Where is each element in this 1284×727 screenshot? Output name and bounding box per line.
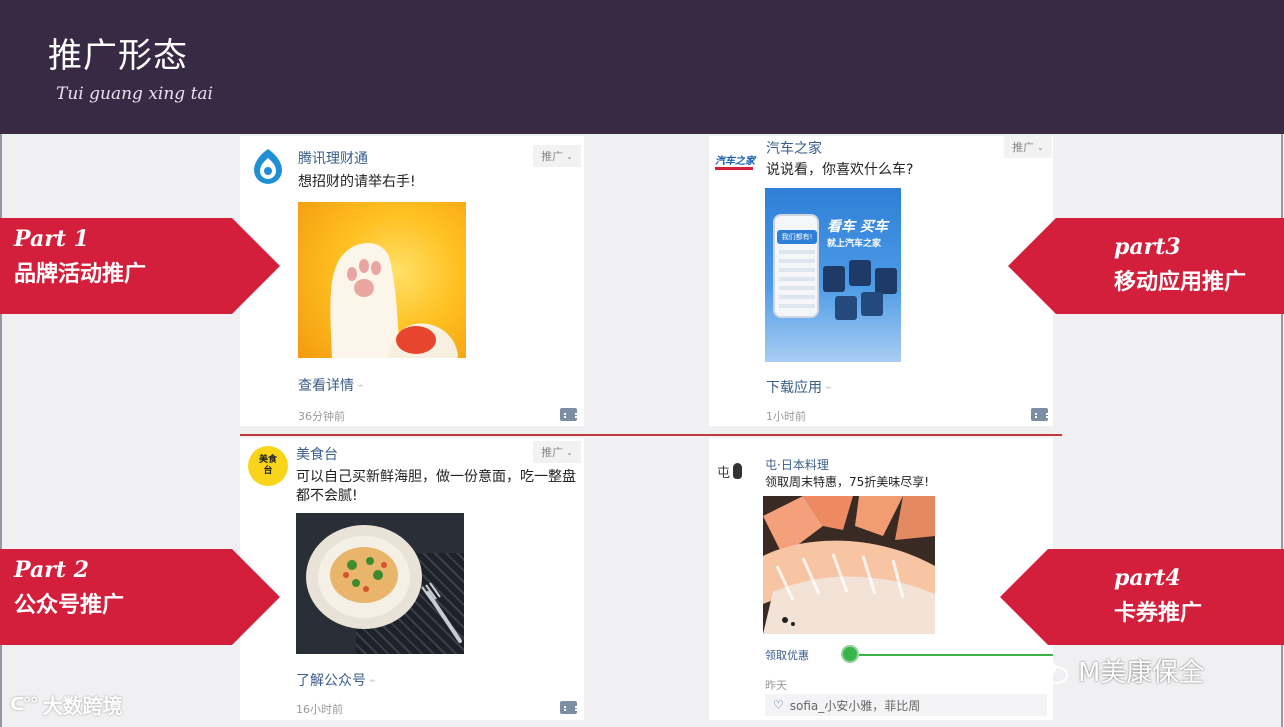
app-tile-3: [875, 268, 897, 294]
download-app-link[interactable]: 下载应用 ⌁: [766, 377, 832, 397]
gourd-icon: [733, 463, 743, 479]
phone-bubble: 我们都有!: [777, 230, 817, 244]
badge-part-1-en: Part 1: [14, 226, 89, 252]
slogan-line-2: 就上汽车之家: [827, 239, 882, 249]
badge-part-4: part4 卡券推广: [1000, 549, 1284, 645]
download-app-label: 下载应用: [766, 380, 822, 396]
ad-card-app[interactable]: 汽车之家 汽车之家 推广 ⌄ 说说看，你喜欢什么车? 我们都有! 看车 买车 就…: [709, 136, 1053, 426]
link-icon: ⌁: [369, 673, 376, 687]
comment-icon[interactable]: [1031, 408, 1048, 421]
view-details-link[interactable]: 查看详情 ⌁: [298, 375, 364, 395]
badge-part-3: part3 移动应用推广: [1008, 218, 1284, 314]
avatar-text: 美食台: [258, 455, 277, 476]
ad-caption: 说说看，你喜欢什么车?: [766, 162, 914, 178]
account-name[interactable]: 美食台: [296, 444, 338, 464]
account-name[interactable]: 屯·日本料理: [765, 456, 829, 473]
badge-part-4-en: part4: [1114, 565, 1181, 591]
tun-restaurant-avatar[interactable]: 屯: [717, 456, 753, 486]
chevron-down-icon: ⌄: [566, 447, 573, 457]
learn-official-account-link[interactable]: 了解公众号 ⌁: [296, 670, 376, 690]
tencent-licaitong-avatar[interactable]: [248, 146, 288, 186]
promo-tag-label: 推广: [541, 446, 564, 459]
badge-part-4-zh: 卡券推广: [1114, 601, 1203, 626]
badge-part-2-zh: 公众号推广: [14, 593, 125, 618]
likers-text: sofia_小安小雅，菲比周: [789, 698, 921, 713]
page-title: 推广形态: [48, 36, 188, 76]
promo-tag[interactable]: 推广 ⌄: [1004, 136, 1052, 158]
coupon-claim-label[interactable]: 领取优惠: [765, 647, 809, 663]
lucky-cat-paw-image[interactable]: [298, 202, 466, 358]
pasta-dish-image[interactable]: [296, 513, 464, 654]
badge-part-2-en: Part 2: [14, 557, 89, 583]
salmon-sushi-image[interactable]: [763, 496, 935, 634]
promo-tag[interactable]: 推广 ⌄: [533, 441, 581, 463]
ad-caption: 想招财的请举右手!: [298, 174, 416, 190]
autohome-logo[interactable]: 汽车之家: [715, 146, 759, 174]
badge-part-3-en: part3: [1114, 234, 1181, 260]
heart-icon: ♡: [773, 698, 784, 712]
post-time: 1小时前: [766, 410, 806, 423]
wechat-icon: [1030, 656, 1070, 686]
link-icon: ⌁: [357, 378, 364, 392]
header-banner: 推广形态 Tui guang xing tai: [0, 0, 1284, 134]
ad-caption: 领取周末特惠，75折美味尽享!: [765, 475, 930, 489]
watermark-left: ᑕ°° 大数跨境: [10, 690, 123, 719]
ad-caption: 可以自己买新鲜海胆，做一份意面，吃一整盘都不会腻!: [296, 469, 576, 504]
badge-part-1-zh: 品牌活动推广: [14, 262, 147, 287]
watermark-right: M美康保全: [1030, 652, 1204, 689]
post-time: 昨天: [765, 679, 787, 692]
promo-tag-label: 推广: [1012, 141, 1035, 154]
account-name[interactable]: 汽车之家: [766, 138, 822, 158]
chevron-down-icon: ⌄: [566, 151, 573, 161]
post-time: 36分钟前: [298, 410, 345, 423]
promo-tag-label: 推广: [541, 150, 564, 163]
ad-card-official-account[interactable]: 美食台 美食台 推广 ⌄ 可以自己买新鲜海胆，做一份意面，吃一整盘都不会腻! 了…: [240, 438, 584, 720]
app-tile-4: [835, 296, 857, 320]
app-tile-1: [823, 266, 845, 292]
watermark-left-text: 大数跨境: [42, 694, 123, 718]
ad-card-brand[interactable]: 腾讯理财通 推广 ⌄ 想招财的请举右手! 查看详情 ⌁ 36分钟前: [240, 136, 584, 426]
page-subtitle: Tui guang xing tai: [56, 84, 213, 104]
autohome-logo-text: 汽车之家: [715, 156, 755, 167]
coupon-icon[interactable]: [841, 645, 859, 663]
watermark-right-text: M美康保全: [1078, 658, 1205, 688]
watermark-logo-icon: ᑕ°°: [10, 694, 39, 715]
phone-mockup: 我们都有!: [773, 214, 819, 318]
avatar-text: 屯: [717, 465, 731, 481]
like-comment-row[interactable]: ♡ sofia_小安小雅，菲比周: [765, 694, 1047, 716]
autohome-app-image[interactable]: 我们都有! 看车 买车 就上汽车之家: [765, 188, 901, 362]
promo-tag[interactable]: 推广 ⌄: [533, 145, 581, 167]
coupon-progress-line: [859, 654, 1053, 656]
slogan-line-1: 看车 买车: [827, 219, 888, 235]
logo-underline: [715, 167, 753, 170]
comment-icon[interactable]: [560, 701, 577, 714]
chevron-down-icon: ⌄: [1037, 142, 1044, 152]
phone-list: [779, 250, 815, 310]
learn-official-account-label: 了解公众号: [296, 673, 366, 689]
view-details-label: 查看详情: [298, 378, 354, 394]
badge-part-1: Part 1 品牌活动推广: [0, 218, 280, 314]
post-time: 16小时前: [296, 703, 343, 716]
account-name[interactable]: 腾讯理财通: [298, 148, 368, 168]
link-icon: ⌁: [825, 380, 832, 394]
comment-icon[interactable]: [560, 408, 577, 421]
section-divider: [240, 434, 1062, 436]
coupon-claim-area[interactable]: 领取优惠: [709, 642, 1053, 668]
app-tile-2: [849, 260, 871, 286]
badge-part-3-zh: 移动应用推广: [1114, 270, 1247, 295]
meishitai-avatar[interactable]: 美食台: [248, 446, 288, 486]
app-tile-5: [861, 292, 883, 316]
badge-part-2: Part 2 公众号推广: [0, 549, 280, 645]
